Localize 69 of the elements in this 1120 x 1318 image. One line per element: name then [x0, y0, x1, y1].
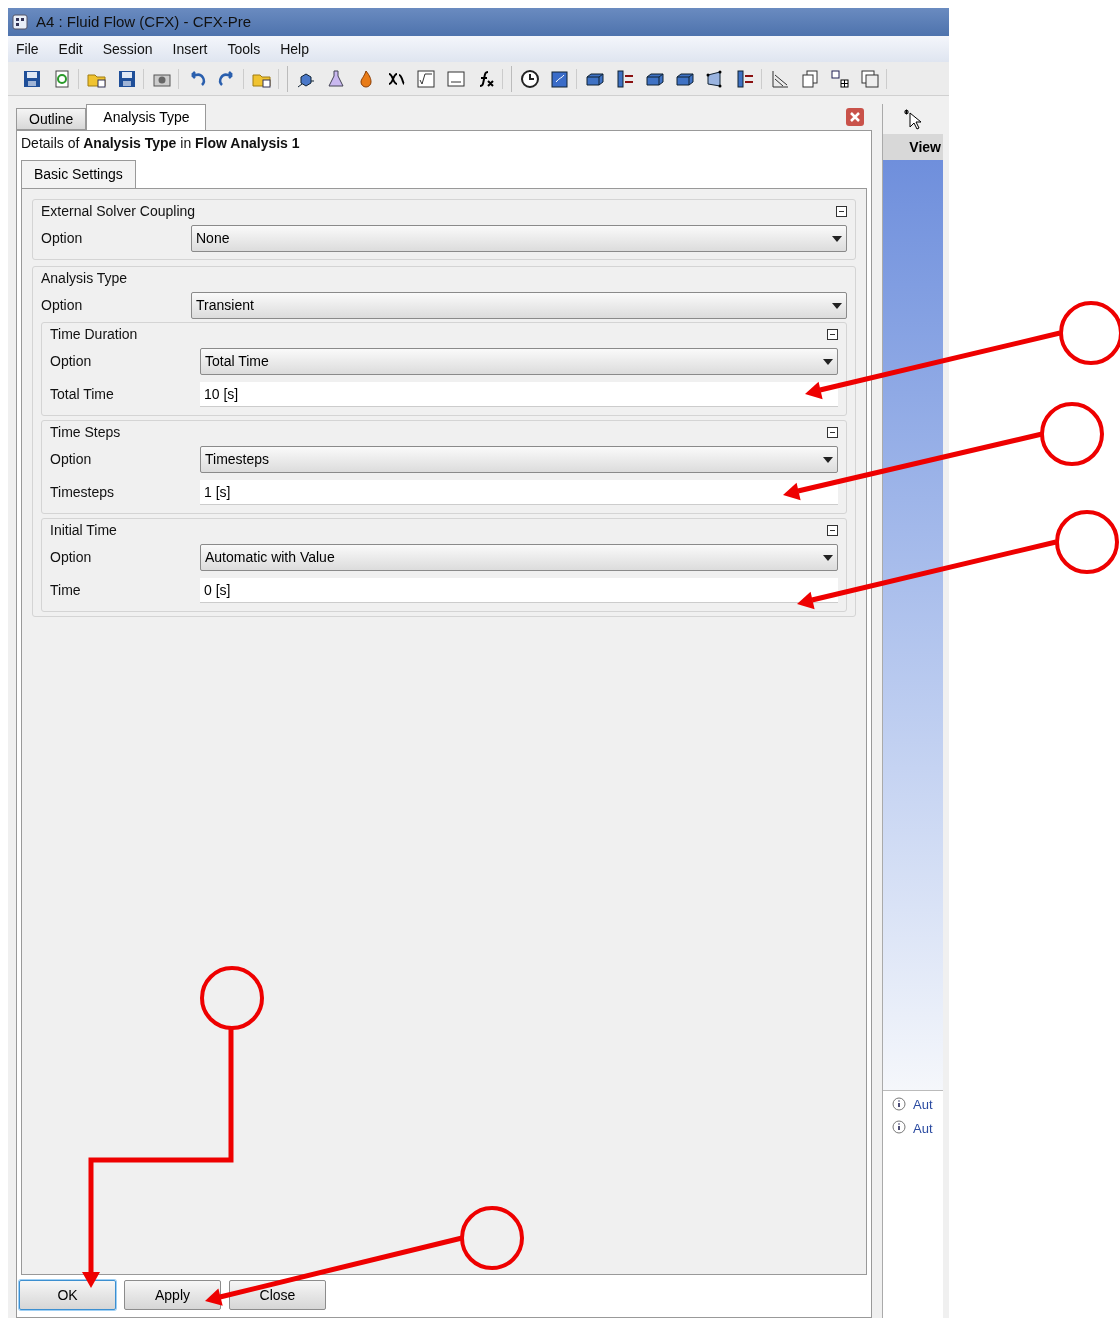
annotation-circle — [200, 966, 264, 1030]
clock-icon[interactable] — [520, 68, 540, 89]
collapse-icon[interactable] — [827, 426, 838, 438]
field-label: Option — [50, 450, 93, 469]
save-network-icon[interactable] — [117, 68, 137, 89]
collapse-icon[interactable] — [827, 524, 838, 536]
window-title: A4 : Fluid Flow (CFX) - CFX-Pre — [36, 11, 252, 32]
save-icon[interactable] — [22, 68, 42, 89]
flask-icon[interactable] — [326, 68, 346, 89]
message-text: Aut — [913, 1119, 933, 1138]
option-dropdown[interactable]: Automatic with Value — [200, 544, 838, 571]
dropdown-caret-icon — [823, 554, 833, 561]
value-field[interactable]: 0 [s] — [200, 578, 838, 603]
collapse-icon[interactable] — [827, 328, 838, 340]
dropdown-caret-icon — [832, 235, 842, 242]
bar-arrows-icon[interactable] — [615, 68, 635, 89]
menu-item[interactable]: Session — [102, 38, 153, 60]
option-dropdown[interactable]: Total Time — [200, 348, 838, 375]
dialog-button[interactable]: Apply — [124, 1280, 221, 1310]
dropdown-caret-icon — [823, 358, 833, 365]
chart-icon[interactable] — [770, 68, 790, 89]
panel-tab[interactable]: Outline — [16, 108, 87, 130]
info-icon — [891, 1120, 907, 1137]
value-field[interactable]: 10 [s] — [200, 382, 838, 407]
field-label: Total Time — [50, 385, 115, 404]
annotation-circle — [460, 1206, 524, 1270]
panel-tab[interactable]: Analysis Type — [86, 104, 207, 130]
viewer-header: View — [883, 134, 943, 160]
field-label: Time — [50, 581, 82, 600]
refresh-document-icon[interactable] — [52, 68, 72, 89]
option-dropdown[interactable]: Transient — [191, 292, 847, 319]
close-icon[interactable] — [846, 108, 864, 126]
menu-item[interactable]: Help — [280, 38, 309, 60]
annotation-circle — [1040, 402, 1104, 466]
field-label: Timesteps — [50, 483, 116, 502]
square-root-icon[interactable] — [416, 68, 436, 89]
field-label: Option — [50, 548, 93, 567]
info-icon — [891, 1096, 907, 1113]
picture-box-icon[interactable] — [550, 68, 570, 89]
field-label: Option — [50, 352, 93, 371]
sub-box-icon[interactable] — [446, 68, 466, 89]
field-label: Option — [41, 296, 84, 315]
collapse-icon[interactable] — [836, 205, 847, 217]
app-icon — [12, 14, 28, 30]
dropdown-caret-icon — [823, 456, 833, 463]
dialog-button[interactable]: OK — [19, 1280, 116, 1310]
cursor-icon[interactable] — [902, 108, 924, 130]
option-dropdown[interactable]: Timesteps — [200, 446, 838, 473]
group-title: Time Steps — [50, 422, 121, 442]
menu-item[interactable]: Insert — [172, 38, 208, 60]
menu-item[interactable]: File — [16, 38, 39, 60]
group-title: Analysis Type — [41, 268, 128, 288]
group-title: Time Duration — [50, 324, 138, 344]
menu-item[interactable]: Edit — [58, 38, 83, 60]
option-dropdown[interactable]: None — [191, 225, 847, 252]
group-title: External Solver Coupling — [41, 201, 196, 221]
windows-icon[interactable] — [860, 68, 880, 89]
menu-item[interactable]: Tools — [227, 38, 261, 60]
group-title: Initial Time — [50, 520, 117, 540]
details-heading: Details of Analysis Type in Flow Analysis 1 — [21, 134, 301, 153]
value-field[interactable]: 1 [s] — [200, 480, 838, 505]
annotation-circle — [1055, 510, 1119, 574]
settings-tab[interactable]: Basic Settings — [21, 160, 136, 188]
field-label: Option — [41, 229, 84, 248]
dropdown-caret-icon — [832, 302, 842, 309]
grid-arrow-icon[interactable] — [830, 68, 850, 89]
bar-icon[interactable] — [735, 68, 755, 89]
documents-icon[interactable] — [800, 68, 820, 89]
message-text: Aut — [913, 1096, 933, 1114]
